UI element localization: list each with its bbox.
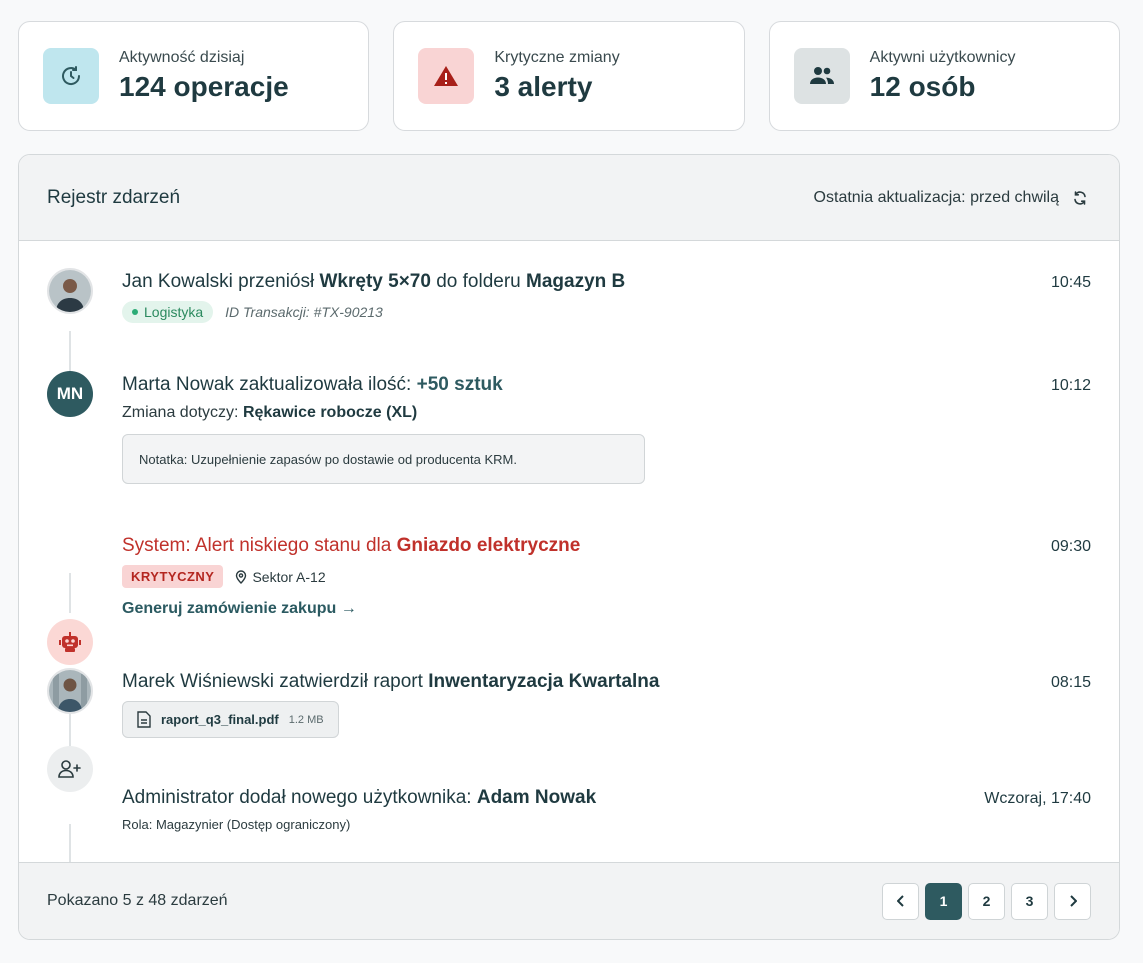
stat-value: 12 osób xyxy=(869,71,976,102)
event-text: System: Alert niskiego stanu dla Gniazdo… xyxy=(122,535,581,556)
critical-badge: KRYTYCZNY xyxy=(122,565,224,588)
last-update-text: Ostatnia aktualizacja: przed chwilą xyxy=(813,188,1059,206)
user-role: Rola: Magazynier (Dostęp ograniczony) xyxy=(122,817,351,832)
generate-order-link[interactable]: Generuj zamówienie zakupu → xyxy=(122,600,357,618)
panel-title: Rejestr zdarzeń xyxy=(47,186,181,208)
results-summary: Pokazano 5 z 48 zdarzeń xyxy=(47,892,228,909)
event-text: Administrator dodał nowego użytkownika: … xyxy=(122,787,597,808)
event-log-panel: Rejestr zdarzeń Ostatnia aktualizacja: p… xyxy=(18,154,1120,940)
category-tag: Logistyka xyxy=(122,301,214,323)
warning-triangle-icon xyxy=(418,48,475,104)
refresh-icon[interactable] xyxy=(1069,187,1091,209)
timeline-connector xyxy=(69,824,71,864)
panel-header: Rejestr zdarzeń Ostatnia aktualizacja: p… xyxy=(19,155,1119,241)
panel-footer: Pokazano 5 z 48 zdarzeń 1 2 3 xyxy=(19,862,1119,939)
pagination: 1 2 3 xyxy=(882,882,1091,920)
stat-label: Aktywność dzisiaj xyxy=(119,49,245,66)
activity-clock-icon xyxy=(43,48,99,104)
stat-card-activity: Aktywność dzisiaj 124 operacje xyxy=(18,21,370,131)
stat-value: 124 operacje xyxy=(119,71,289,102)
prev-page-button[interactable] xyxy=(882,882,919,920)
transaction-id: ID Transakcji: #TX-90213 xyxy=(225,304,383,320)
document-icon xyxy=(137,711,151,728)
stat-value: 3 alerty xyxy=(494,71,593,102)
event-time: 08:15 xyxy=(1050,674,1091,691)
robot-icon xyxy=(47,619,93,665)
note-box: Notatka: Uzupełnienie zapasów po dostawi… xyxy=(122,434,645,484)
next-page-button[interactable] xyxy=(1054,882,1091,920)
file-size: 1.2 MB xyxy=(288,713,324,726)
avatar xyxy=(47,668,93,714)
timeline-connector xyxy=(69,331,71,371)
change-target: Zmiana dotyczy: Rękawice robocze (XL) xyxy=(122,404,418,421)
stat-label: Aktywni użytkownicy xyxy=(869,49,1016,66)
page-button-3[interactable]: 3 xyxy=(1011,882,1048,920)
event-time: 10:12 xyxy=(1050,377,1091,394)
page-button-2[interactable]: 2 xyxy=(968,882,1005,920)
stats-row: Aktywność dzisiaj 124 operacje Krytyczne… xyxy=(18,21,1120,131)
stat-card-users: Aktywni użytkownicy 12 osób xyxy=(768,21,1120,131)
file-name: raport_q3_final.pdf xyxy=(161,712,279,727)
avatar xyxy=(47,268,93,314)
event-text: Marta Nowak zaktualizowała ilość: +50 sz… xyxy=(122,374,503,395)
chevron-left-icon xyxy=(896,895,904,907)
page-button-1[interactable]: 1 xyxy=(925,882,962,920)
event-text: Marek Wiśniewski zatwierdził raport Inwe… xyxy=(122,671,660,692)
event-time: 09:30 xyxy=(1050,538,1091,555)
map-pin-icon xyxy=(236,569,247,584)
event-time: 10:45 xyxy=(1050,274,1091,291)
event-feed: Jan Kowalski przeniósł Wkręty 5×70 do fo… xyxy=(19,241,1119,864)
stat-card-critical: Krytyczne zmiany 3 alerty xyxy=(393,21,745,131)
stat-label: Krytyczne zmiany xyxy=(494,49,620,66)
add-user-icon xyxy=(47,746,93,792)
location: Sektor A-12 xyxy=(235,569,326,585)
users-icon xyxy=(793,48,850,104)
avatar: MN xyxy=(47,371,93,417)
file-attachment[interactable]: raport_q3_final.pdf 1.2 MB xyxy=(122,701,339,738)
event-text: Jan Kowalski przeniósł Wkręty 5×70 do fo… xyxy=(122,271,626,292)
chevron-right-icon xyxy=(1069,895,1077,907)
timeline-connector xyxy=(69,573,71,613)
event-time: Wczoraj, 17:40 xyxy=(984,790,1091,807)
